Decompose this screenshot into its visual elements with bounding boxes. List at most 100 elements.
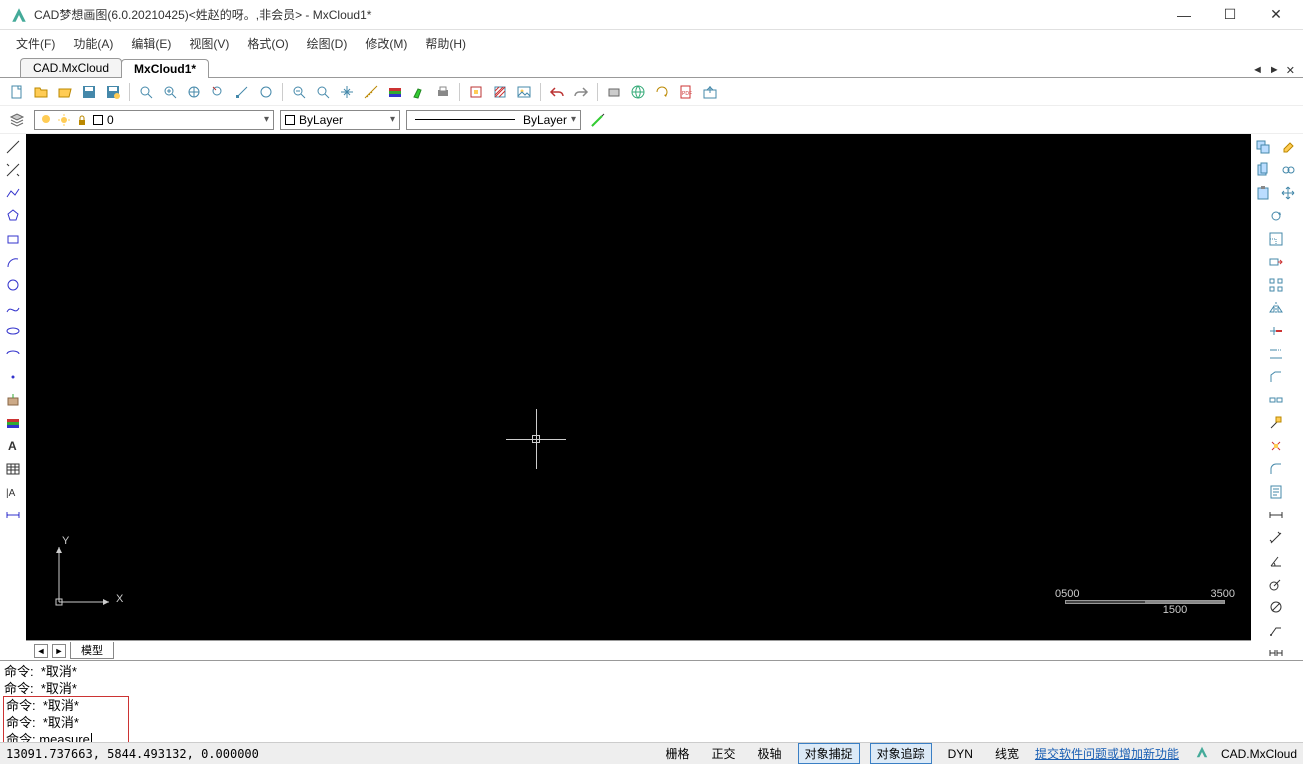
status-ortho[interactable]: 正交 — [706, 744, 742, 763]
layer-selector[interactable]: 0 ▾ — [34, 110, 274, 130]
erase-icon[interactable] — [1276, 136, 1300, 158]
menu-modify[interactable]: 修改(M) — [357, 33, 415, 54]
menu-draw[interactable]: 绘图(D) — [299, 33, 356, 54]
tab-scroll-left-icon[interactable]: ◄ — [34, 644, 48, 658]
menu-edit[interactable]: 编辑(E) — [123, 33, 179, 54]
stretch-icon[interactable] — [1251, 251, 1301, 273]
linetype-selector[interactable]: ByLayer ▾ — [406, 110, 581, 130]
tab-close-icon[interactable]: ✕ — [1284, 64, 1297, 77]
dim-aligned-icon[interactable] — [1251, 527, 1301, 549]
trim-icon[interactable] — [1251, 320, 1301, 342]
block-insert-icon[interactable] — [465, 81, 487, 103]
open-file-icon[interactable] — [30, 81, 52, 103]
model-tab[interactable]: 模型 — [70, 642, 114, 659]
match-properties-icon[interactable] — [1251, 412, 1301, 434]
zoom-realtime-icon[interactable] — [231, 81, 253, 103]
color-layers-icon[interactable] — [384, 81, 406, 103]
zoom-in-icon[interactable] — [159, 81, 181, 103]
minimize-button[interactable]: — — [1161, 0, 1207, 30]
move-icon[interactable] — [1276, 182, 1300, 204]
offset-icon[interactable] — [1276, 159, 1300, 181]
export-icon[interactable] — [699, 81, 721, 103]
zoom-previous-icon[interactable] — [207, 81, 229, 103]
zoom-window-icon[interactable] — [135, 81, 157, 103]
print-icon[interactable] — [432, 81, 454, 103]
hatch-icon[interactable] — [489, 81, 511, 103]
menu-function[interactable]: 功能(A) — [65, 33, 121, 54]
menu-view[interactable]: 视图(V) — [181, 33, 237, 54]
tab-cad-mxcloud[interactable]: CAD.MxCloud — [20, 58, 122, 77]
paste-icon[interactable] — [1251, 182, 1275, 204]
pan-icon[interactable] — [336, 81, 358, 103]
leader-icon[interactable] — [1251, 619, 1301, 641]
feedback-link[interactable]: 提交软件问题或增加新功能 — [1035, 745, 1179, 762]
image-insert-icon[interactable] — [513, 81, 535, 103]
lineweight-icon[interactable] — [587, 109, 609, 131]
block-tool-icon[interactable] — [2, 389, 24, 411]
multiline-text-icon[interactable]: |A — [2, 481, 24, 503]
rectangle-tool-icon[interactable] — [2, 228, 24, 250]
chamfer-icon[interactable] — [1251, 366, 1301, 388]
menu-file[interactable]: 文件(F) — [8, 33, 63, 54]
refresh-icon[interactable] — [651, 81, 673, 103]
table-tool-icon[interactable] — [2, 458, 24, 480]
status-otrack[interactable]: 对象追踪 — [870, 743, 932, 764]
rotate-icon[interactable] — [1251, 205, 1301, 227]
zoom-scale-icon[interactable] — [255, 81, 277, 103]
dimension-tool-icon[interactable] — [2, 504, 24, 526]
status-osnap[interactable]: 对象捕捉 — [798, 743, 860, 764]
save-as-icon[interactable] — [102, 81, 124, 103]
pdf-export-icon[interactable]: PDF — [675, 81, 697, 103]
explode-icon[interactable] — [1251, 435, 1301, 457]
polyline-tool-icon[interactable] — [2, 182, 24, 204]
tab-scroll-right-icon[interactable]: ► — [52, 644, 66, 658]
tab-mxcloud1[interactable]: MxCloud1* — [121, 59, 209, 78]
undo-icon[interactable] — [546, 81, 568, 103]
measure-icon[interactable] — [360, 81, 382, 103]
properties-icon[interactable] — [1251, 481, 1301, 503]
arc-tool-icon[interactable] — [2, 251, 24, 273]
hatch-color-tool-icon[interactable] — [2, 412, 24, 434]
line-tool-icon[interactable] — [2, 136, 24, 158]
globe-icon[interactable] — [627, 81, 649, 103]
zoom-all-icon[interactable] — [312, 81, 334, 103]
polygon-tool-icon[interactable] — [2, 205, 24, 227]
drawing-canvas[interactable]: Y X 0 500 3500 1500 — [26, 134, 1251, 640]
redo-icon[interactable] — [570, 81, 592, 103]
zoom-extents-icon[interactable] — [183, 81, 205, 103]
dim-radius-icon[interactable] — [1251, 573, 1301, 595]
chevron-down-icon[interactable]: ▾ — [571, 114, 576, 125]
print-preview-icon[interactable] — [603, 81, 625, 103]
xline-tool-icon[interactable] — [2, 159, 24, 181]
spline-tool-icon[interactable] — [2, 297, 24, 319]
save-icon[interactable] — [78, 81, 100, 103]
dim-linear-icon[interactable] — [1251, 504, 1301, 526]
chevron-down-icon[interactable]: ▾ — [390, 114, 395, 125]
menu-format[interactable]: 格式(O) — [239, 33, 296, 54]
menu-help[interactable]: 帮助(H) — [417, 33, 474, 54]
close-button[interactable]: ✕ — [1253, 0, 1299, 30]
break-icon[interactable] — [1251, 389, 1301, 411]
tab-next-icon[interactable]: ► — [1267, 64, 1282, 77]
fillet-icon[interactable] — [1251, 458, 1301, 480]
point-tool-icon[interactable] — [2, 366, 24, 388]
command-input-line[interactable]: 命令: measure — [6, 731, 126, 742]
text-tool-icon[interactable]: A — [2, 435, 24, 457]
chevron-down-icon[interactable]: ▾ — [264, 114, 269, 125]
zoom-out-icon[interactable] — [288, 81, 310, 103]
status-lwt[interactable]: 线宽 — [989, 744, 1025, 763]
copy-icon[interactable] — [1251, 136, 1275, 158]
new-file-icon[interactable] — [6, 81, 28, 103]
dim-diameter-icon[interactable] — [1251, 596, 1301, 618]
maximize-button[interactable]: ☐ — [1207, 0, 1253, 30]
circle-tool-icon[interactable] — [2, 274, 24, 296]
status-dyn[interactable]: DYN — [942, 746, 979, 762]
highlight-icon[interactable] — [408, 81, 430, 103]
array-icon[interactable] — [1251, 274, 1301, 296]
layer-properties-icon[interactable] — [6, 109, 28, 131]
scale-tool-icon[interactable] — [1251, 228, 1301, 250]
mirror-icon[interactable] — [1251, 297, 1301, 319]
open-folder-icon[interactable] — [54, 81, 76, 103]
tab-prev-icon[interactable]: ◄ — [1250, 64, 1265, 77]
ellipse-tool-icon[interactable] — [2, 320, 24, 342]
